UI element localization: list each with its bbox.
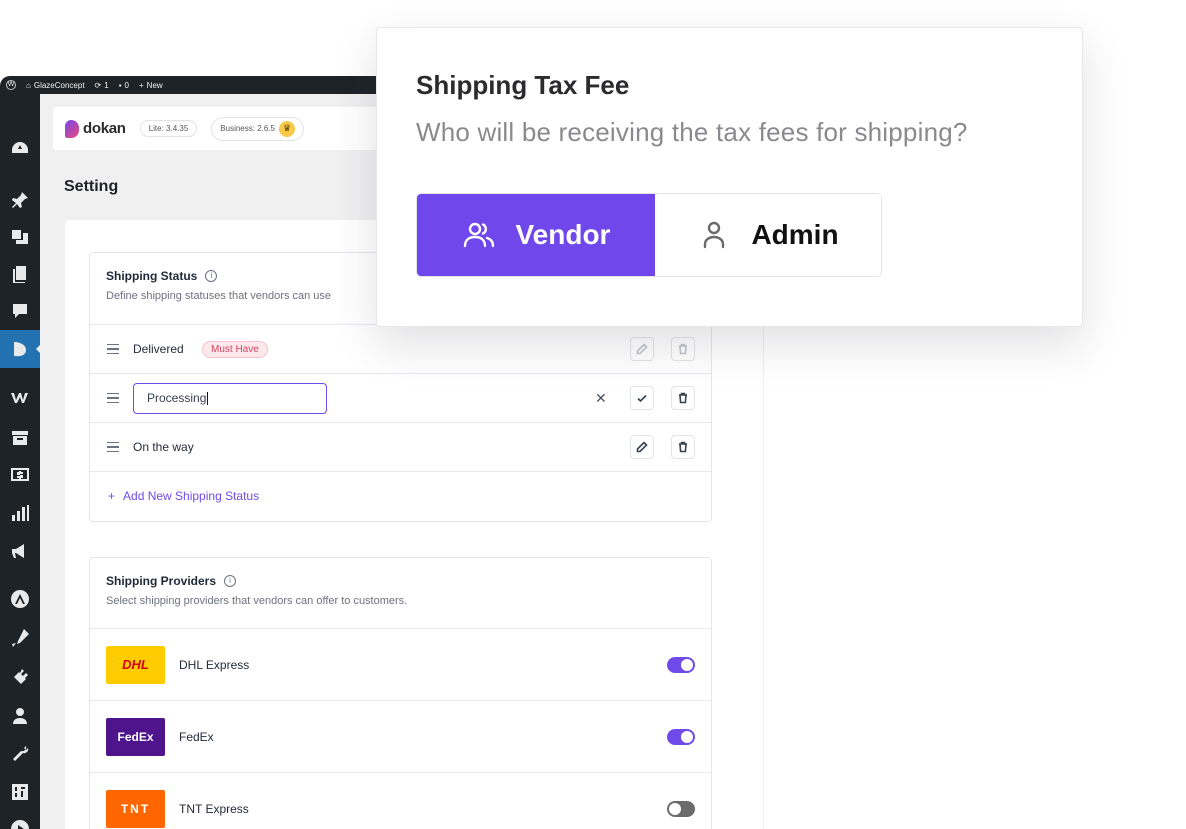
status-label: On the way — [133, 440, 194, 454]
delete-button[interactable] — [671, 337, 695, 361]
vendor-option-button[interactable]: Vendor — [417, 194, 655, 276]
provider-row-fedex: FedEx FedEx — [90, 700, 711, 772]
must-have-badge: Must Have — [202, 340, 268, 358]
user-icon — [704, 221, 725, 249]
shipping-providers-card: Shipping Providers i Select shipping pro… — [89, 557, 712, 829]
provider-toggle[interactable] — [667, 800, 695, 817]
analytics-icon[interactable] — [10, 503, 30, 523]
screenshot-stage: W ⌂ GlazeConcept ⟳ 1 ▪ 0 + New dokan Lit… — [0, 0, 1186, 829]
collapse-menu-icon[interactable] — [10, 819, 30, 829]
pencil-icon — [636, 441, 648, 453]
comments-link[interactable]: ▪ 0 — [119, 81, 129, 90]
provider-name: TNT Express — [179, 801, 249, 816]
provider-toggle[interactable] — [667, 728, 695, 745]
updates-link[interactable]: ⟳ 1 — [95, 81, 109, 90]
popup-subtitle: Who will be receiving the tax fees for s… — [416, 117, 968, 147]
cancel-edit-icon[interactable]: ✕ — [595, 390, 607, 407]
delete-button[interactable] — [671, 435, 695, 459]
add-shipping-status-link[interactable]: + Add New Shipping Status — [108, 489, 259, 503]
provider-row-dhl: DHL DHL Express — [90, 628, 711, 700]
admin-sidebar — [0, 94, 41, 829]
drag-handle-icon[interactable] — [107, 392, 119, 404]
dashboard-icon[interactable] — [10, 138, 30, 158]
pencil-icon — [636, 343, 648, 355]
info-icon[interactable]: i — [205, 270, 218, 282]
pages-icon[interactable] — [10, 264, 30, 284]
status-label: Delivered — [133, 342, 184, 356]
trash-icon — [679, 392, 687, 404]
trash-icon — [679, 343, 687, 355]
provider-row-tnt: TNT TNT Express — [90, 772, 711, 829]
delete-button[interactable] — [671, 386, 695, 410]
dokan-logo: dokan — [65, 119, 126, 138]
status-row-processing: Processing ✕ — [90, 373, 711, 422]
refresh-icon: ⟳ — [94, 80, 102, 90]
info-icon[interactable]: i — [224, 575, 237, 587]
payments-icon[interactable] — [10, 464, 30, 484]
tax-fee-receiver-toggle: Vendor Admin — [416, 193, 882, 277]
home-icon: ⌂ — [26, 80, 31, 90]
add-status-row: + Add New Shipping Status — [90, 471, 711, 520]
provider-toggle[interactable] — [667, 656, 695, 673]
marketing-icon[interactable] — [10, 541, 30, 561]
tools-icon[interactable] — [10, 744, 30, 764]
plugins-icon[interactable] — [10, 667, 30, 687]
users-icon-sidebar[interactable] — [10, 706, 30, 726]
confirm-button[interactable] — [630, 386, 654, 410]
media-icon[interactable] — [10, 227, 30, 247]
wordpress-logo-icon[interactable]: W — [6, 80, 16, 90]
new-content-link[interactable]: + New — [139, 81, 163, 90]
appearance-icon[interactable] — [10, 628, 30, 648]
plus-icon: + — [108, 489, 116, 503]
drag-handle-icon[interactable] — [107, 441, 119, 453]
site-name-link[interactable]: ⌂ GlazeConcept — [26, 81, 85, 90]
products-icon[interactable] — [10, 428, 30, 448]
shipping-providers-description: Select shipping providers that vendors c… — [106, 595, 408, 607]
users-icon — [463, 222, 494, 248]
drag-handle-icon[interactable] — [107, 343, 119, 355]
provider-name: FedEx — [179, 729, 214, 744]
plus-icon: + — [139, 80, 144, 90]
lite-version-pill: Lite: 3.4.35 — [139, 120, 198, 137]
comment-icon: ▪ — [118, 80, 122, 90]
check-icon — [637, 394, 647, 403]
dhl-logo: DHL — [106, 645, 165, 684]
settings-icon[interactable] — [10, 782, 30, 802]
comments-icon[interactable] — [10, 301, 30, 321]
woocommerce-icon[interactable] — [10, 387, 30, 407]
status-row-delivered: Delivered Must Have — [90, 324, 711, 373]
trash-icon — [679, 441, 687, 453]
admin-option-button[interactable]: Admin — [655, 194, 881, 276]
crown-icon: ♛ — [278, 120, 295, 137]
page-title: Setting — [64, 178, 119, 195]
status-edit-input[interactable]: Processing — [133, 382, 327, 414]
provider-name: DHL Express — [179, 657, 250, 672]
status-row-on-the-way: On the way — [90, 422, 711, 471]
fedex-logo: FedEx — [106, 717, 165, 756]
popup-title: Shipping Tax Fee — [416, 70, 630, 100]
dokan-icon[interactable] — [10, 339, 30, 359]
tnt-logo: TNT — [106, 789, 165, 828]
business-version-pill: Business: 2.6.5 ♛ — [211, 116, 304, 141]
astra-icon[interactable] — [10, 589, 30, 609]
edit-button[interactable] — [630, 435, 654, 459]
shipping-providers-title: Shipping Providers i — [106, 574, 695, 588]
pin-icon[interactable] — [10, 190, 30, 210]
edit-button[interactable] — [630, 337, 654, 361]
shipping-tax-fee-popup: Shipping Tax Fee Who will be receiving t… — [376, 27, 1083, 327]
